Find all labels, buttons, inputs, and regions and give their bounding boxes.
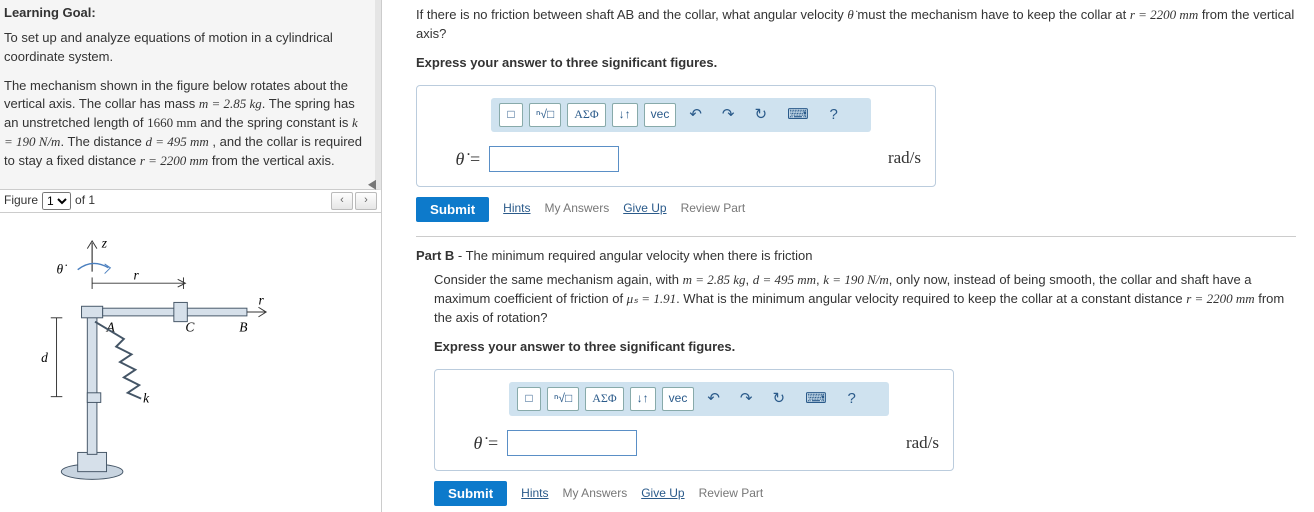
- vec-button[interactable]: vec: [644, 103, 677, 127]
- value-m: m = 2.85 kg: [199, 96, 262, 111]
- part-b-label: Part B: [416, 248, 454, 263]
- learning-goal-panel: Learning Goal: To set up and analyze equ…: [0, 0, 381, 190]
- submit-button[interactable]: Submit: [416, 197, 489, 222]
- text: ,: [746, 272, 753, 287]
- svg-text:d: d: [41, 350, 48, 365]
- part-b-answer-block: □ ⁿ√□ ΑΣΦ ↓↑ vec ↶ ↷ ↻ ⌨ ? θ̇ = rad/s: [434, 369, 954, 471]
- answer-lhs: θ̇ =: [449, 430, 499, 456]
- help-button[interactable]: ?: [840, 387, 864, 411]
- value-d: d = 495 mm: [146, 134, 209, 149]
- value-r: r = 2200 mm: [140, 153, 208, 168]
- review-part-link[interactable]: Review Part: [681, 200, 746, 217]
- equation-toolbar: □ ⁿ√□ ΑΣΦ ↓↑ vec ↶ ↷ ↻ ⌨ ?: [509, 382, 889, 416]
- svg-text:C: C: [185, 319, 195, 334]
- text: If there is no friction between shaft AB…: [416, 7, 847, 22]
- reset-button[interactable]: ↻: [765, 387, 792, 411]
- undo-button[interactable]: ↶: [700, 387, 727, 411]
- svg-text:r: r: [258, 292, 264, 307]
- value-r: r = 2200 mm: [1130, 7, 1198, 22]
- keyboard-button[interactable]: ⌨: [780, 103, 816, 127]
- figure-next-button[interactable]: ›: [355, 192, 377, 210]
- svg-text:θ̇: θ̇: [57, 261, 68, 276]
- figure-of: of 1: [75, 192, 95, 209]
- learning-goal-title: Learning Goal:: [4, 4, 367, 23]
- subscript-superscript-button[interactable]: ↓↑: [612, 103, 638, 127]
- keyboard-button[interactable]: ⌨: [798, 387, 834, 411]
- value-d: d = 495 mm: [753, 272, 816, 287]
- figure-header: Figure 1 of 1 ‹ ›: [0, 190, 381, 213]
- part-b-instruction: Express your answer to three significant…: [434, 338, 1296, 357]
- answer-lhs: θ̇ =: [431, 146, 481, 172]
- greek-button[interactable]: ΑΣΦ: [567, 103, 605, 127]
- svg-text:z: z: [101, 235, 108, 250]
- part-a-question: If there is no friction between shaft AB…: [416, 6, 1296, 44]
- answer-input-row: θ̇ = rad/s: [449, 430, 939, 456]
- give-up-link[interactable]: Give Up: [641, 485, 684, 502]
- part-b-subtitle: - The minimum required angular velocity …: [454, 248, 812, 263]
- my-answers-link[interactable]: My Answers: [545, 200, 610, 217]
- answer-units: rad/s: [906, 431, 939, 456]
- hints-link[interactable]: Hints: [521, 485, 548, 502]
- value-m: m = 2.85 kg: [683, 272, 746, 287]
- learning-goal-text: To set up and analyze equations of motio…: [4, 29, 367, 67]
- text: and the spring constant is: [197, 115, 352, 130]
- text: Consider the same mechanism again, with: [434, 272, 683, 287]
- greek-button[interactable]: ΑΣΦ: [585, 387, 623, 411]
- text: from the vertical axis.: [208, 153, 334, 168]
- part-a-instruction: Express your answer to three significant…: [416, 54, 1296, 73]
- problem-description: The mechanism shown in the figure below …: [4, 77, 367, 171]
- my-answers-link[interactable]: My Answers: [563, 485, 628, 502]
- answer-units: rad/s: [888, 146, 921, 171]
- undo-button[interactable]: ↶: [682, 103, 709, 127]
- answer-input-row: θ̇ = rad/s: [431, 146, 921, 172]
- hints-link[interactable]: Hints: [503, 200, 530, 217]
- reset-button[interactable]: ↻: [747, 103, 774, 127]
- mechanism-figure: z θ̇ r r A C: [20, 233, 270, 493]
- part-a-submit-row: Submit Hints My Answers Give Up Review P…: [416, 197, 1296, 222]
- part-b-submit-row: Submit Hints My Answers Give Up Review P…: [434, 481, 1296, 506]
- text: . The distance: [60, 134, 145, 149]
- redo-button[interactable]: ↷: [715, 103, 742, 127]
- help-button[interactable]: ?: [822, 103, 846, 127]
- divider: [416, 236, 1296, 237]
- root-button[interactable]: ⁿ√□: [529, 103, 561, 127]
- equation-toolbar: □ ⁿ√□ ΑΣΦ ↓↑ vec ↶ ↷ ↻ ⌨ ?: [491, 98, 871, 132]
- figure-label: Figure: [4, 192, 38, 209]
- part-b-title: Part B - The minimum required angular ve…: [416, 247, 1296, 266]
- figure-prev-button[interactable]: ‹: [331, 192, 353, 210]
- template-button[interactable]: □: [517, 387, 541, 411]
- part-b-answer-input[interactable]: [507, 430, 637, 456]
- value-mu: μₛ = 1.91: [627, 291, 676, 306]
- text: must the mechanism have to keep the coll…: [854, 7, 1130, 22]
- template-button[interactable]: □: [499, 103, 523, 127]
- value-r: r = 2200 mm: [1186, 291, 1254, 306]
- subscript-superscript-button[interactable]: ↓↑: [630, 387, 656, 411]
- svg-text:k: k: [143, 390, 150, 405]
- text: . What is the minimum angular velocity r…: [676, 291, 1186, 306]
- svg-text:B: B: [239, 319, 247, 334]
- vec-button[interactable]: vec: [662, 387, 695, 411]
- give-up-link[interactable]: Give Up: [623, 200, 666, 217]
- part-b-question: Consider the same mechanism again, with …: [434, 271, 1296, 328]
- figure-select[interactable]: 1: [42, 192, 71, 210]
- value-unstretched: 1660 mm: [147, 115, 196, 130]
- part-a-answer-input[interactable]: [489, 146, 619, 172]
- root-button[interactable]: ⁿ√□: [547, 387, 579, 411]
- figure-body: z θ̇ r r A C: [0, 213, 381, 512]
- submit-button[interactable]: Submit: [434, 481, 507, 506]
- collapse-icon[interactable]: [368, 180, 376, 190]
- svg-text:r: r: [133, 267, 139, 282]
- value-k: k = 190 N/m: [823, 272, 888, 287]
- redo-button[interactable]: ↷: [733, 387, 760, 411]
- part-a-answer-block: □ ⁿ√□ ΑΣΦ ↓↑ vec ↶ ↷ ↻ ⌨ ? θ̇ = rad/s: [416, 85, 936, 187]
- review-part-link[interactable]: Review Part: [699, 485, 764, 502]
